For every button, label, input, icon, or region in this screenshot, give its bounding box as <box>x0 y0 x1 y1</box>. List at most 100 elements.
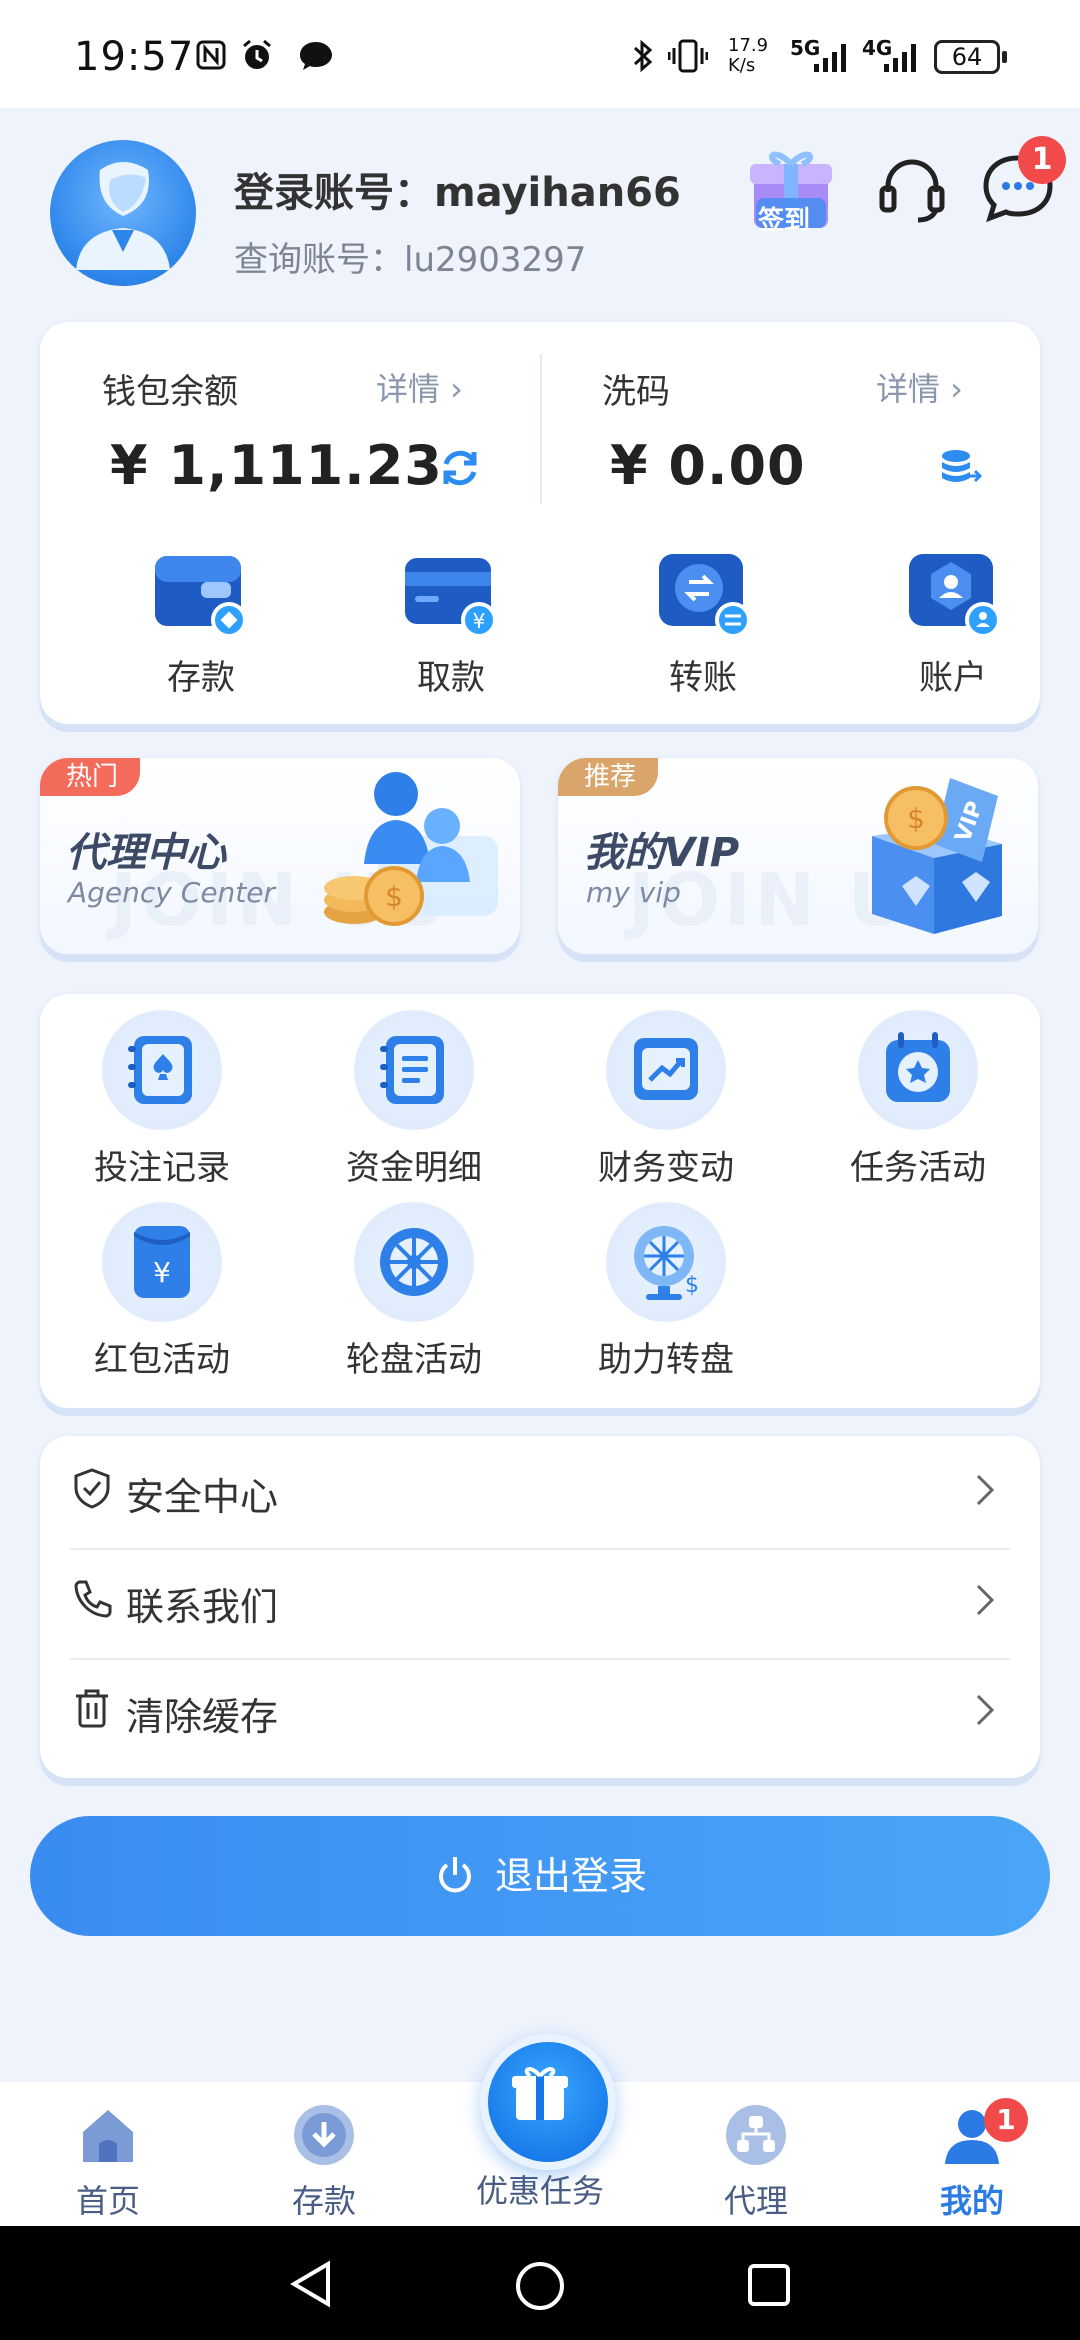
login-account: 登录账号：mayihan66 <box>234 170 681 216</box>
security-center-label: 安全中心 <box>126 1475 279 1519</box>
roulette-icon <box>380 1228 448 1296</box>
checkin-button[interactable]: 签到 <box>744 142 838 238</box>
agent-icon <box>726 2105 786 2165</box>
agency-center-title: 代理中心 <box>66 830 226 876</box>
my-vip-subtitle: my vip <box>586 876 681 909</box>
security-center-row[interactable]: 安全中心 <box>70 1436 1010 1544</box>
lucky-wheel-icon: $ <box>634 1226 699 1300</box>
transfer-label: 转账 <box>669 658 737 698</box>
refresh-icon[interactable] <box>438 446 482 490</box>
task-activity-item[interactable]: 任务活动 <box>818 1010 1018 1189</box>
wash-amount: ¥ 0.00 <box>610 434 806 497</box>
user-avatar-icon <box>76 162 170 270</box>
trash-icon <box>76 1689 108 1728</box>
svg-text:¥: ¥ <box>153 1256 171 1289</box>
profile-tab-badge: 1 <box>984 2098 1028 2142</box>
svg-text:¥: ¥ <box>473 609 486 633</box>
svg-text:$: $ <box>385 880 403 913</box>
vibrate-icon <box>668 39 708 73</box>
clear-cache-row[interactable]: 清除缓存 <box>70 1656 1010 1764</box>
logout-label: 退出登录 <box>494 1854 647 1898</box>
status-bar: 19:57 17.9 K/s 5G 4G 64 <box>0 0 1080 108</box>
chevron-right-icon <box>976 1474 995 1506</box>
wash-title: 洗码 <box>602 372 670 412</box>
bet-record-item[interactable]: 投注记录 <box>62 1010 262 1189</box>
home-icon <box>83 2110 133 2162</box>
deposit-action[interactable]: 存款 <box>126 548 276 699</box>
net-speed: 17.9 K/s <box>728 35 769 76</box>
chevron-right-icon <box>976 1584 995 1616</box>
task-activity-icon <box>886 1032 950 1102</box>
wallet-card: 钱包余额 详情 › ¥ 1,111.23 洗码 详情 › ¥ 0.00 存款 ¥… <box>40 322 1040 724</box>
my-vip-card[interactable]: JOIN US 推荐 我的VIP my vip VIP $ <box>558 758 1038 954</box>
transfer-action[interactable]: 转账 <box>628 548 778 699</box>
clear-cache-label: 清除缓存 <box>126 1695 279 1739</box>
lucky-wheel-label: 助力转盘 <box>598 1340 734 1380</box>
finance-change-label: 财务变动 <box>598 1148 734 1188</box>
recommend-tag: 推荐 <box>558 758 659 796</box>
roulette-label: 轮盘活动 <box>346 1340 482 1380</box>
agency-center-subtitle: Agency Center <box>68 876 276 909</box>
settings-list-card: 安全中心 联系我们 清除缓存 <box>40 1436 1040 1778</box>
agency-center-card[interactable]: JOIN US 热门 代理中心 Agency Center $ <box>40 758 520 954</box>
finance-change-icon <box>634 1038 698 1100</box>
tab-home[interactable]: 首页 <box>18 2100 198 2222</box>
hot-tag: 热门 <box>40 758 141 796</box>
battery-indicator: 64 <box>934 40 1007 74</box>
account-icon <box>909 554 1001 638</box>
tab-promotions[interactable]: 优惠任务 <box>450 2164 630 2212</box>
fund-detail-icon <box>380 1036 444 1104</box>
bet-record-label: 投注记录 <box>94 1148 230 1188</box>
database-stack-icon[interactable] <box>938 446 982 490</box>
red-packet-icon: ¥ <box>134 1226 190 1298</box>
back-icon[interactable] <box>288 2260 334 2308</box>
tab-deposit[interactable]: 存款 <box>234 2100 414 2222</box>
tab-profile[interactable]: 我的 <box>882 2100 1062 2222</box>
contact-us-label: 联系我们 <box>126 1585 279 1629</box>
withdraw-label: 取款 <box>417 658 485 698</box>
logout-button[interactable]: 退出登录 <box>30 1816 1050 1936</box>
promotions-center-button[interactable] <box>480 2034 616 2170</box>
signal-4g-icon <box>884 44 916 72</box>
tab-promotions-label: 优惠任务 <box>475 2172 604 2210</box>
finance-change-item[interactable]: 财务变动 <box>566 1010 766 1189</box>
deposit-label: 存款 <box>167 658 235 698</box>
svg-text:$: $ <box>907 802 925 835</box>
wallet-balance-detail-link[interactable]: 详情 › <box>376 364 463 410</box>
tab-agent-label: 代理 <box>723 2182 788 2220</box>
bluetooth-icon <box>633 39 653 73</box>
wallet-balance-title: 钱包余额 <box>102 372 238 412</box>
red-packet-label: 红包活动 <box>94 1340 230 1380</box>
bet-record-icon <box>128 1036 192 1104</box>
vip-box-icon: VIP $ <box>872 778 1002 934</box>
fund-detail-item[interactable]: 资金明细 <box>314 1010 514 1189</box>
agency-people-coins-icon: $ <box>324 772 498 926</box>
alarm-icon <box>243 39 271 69</box>
wallet-balance-amount: ¥ 1,111.23 <box>110 434 443 497</box>
home-nav-icon[interactable] <box>514 2260 566 2312</box>
recents-icon[interactable] <box>746 2262 792 2308</box>
query-account: 查询账号：lu2903297 <box>234 240 587 280</box>
status-time: 19:57 <box>74 34 195 80</box>
message-badge: 1 <box>1018 136 1066 184</box>
avatar[interactable] <box>50 140 196 286</box>
account-action[interactable]: 账户 <box>878 548 1028 699</box>
roulette-item[interactable]: 轮盘活动 <box>314 1202 514 1381</box>
tab-agent[interactable]: 代理 <box>666 2100 846 2222</box>
chevron-right-icon <box>976 1694 995 1726</box>
red-packet-item[interactable]: ¥ 红包活动 <box>62 1202 262 1381</box>
contact-us-row[interactable]: 联系我们 <box>70 1546 1010 1654</box>
shield-icon <box>74 1468 110 1509</box>
withdraw-card-icon: ¥ <box>405 558 497 638</box>
withdraw-action[interactable]: ¥ 取款 <box>376 548 526 699</box>
customer-service-headset-icon[interactable] <box>872 148 952 228</box>
deposit-icon <box>294 2105 354 2165</box>
gift-icon <box>512 2067 568 2120</box>
system-navigation-bar <box>0 2226 1080 2340</box>
wash-detail-link[interactable]: 详情 › <box>876 364 963 410</box>
feature-grid-card: 投注记录 资金明细 财务变动 任务活动 ¥ 红包活动 轮盘活动 $ 助力转盘 <box>40 994 1040 1408</box>
phone-icon <box>74 1580 112 1618</box>
chat-notification-icon <box>300 42 332 70</box>
lucky-wheel-item[interactable]: $ 助力转盘 <box>566 1202 766 1381</box>
task-activity-label: 任务活动 <box>850 1148 986 1188</box>
